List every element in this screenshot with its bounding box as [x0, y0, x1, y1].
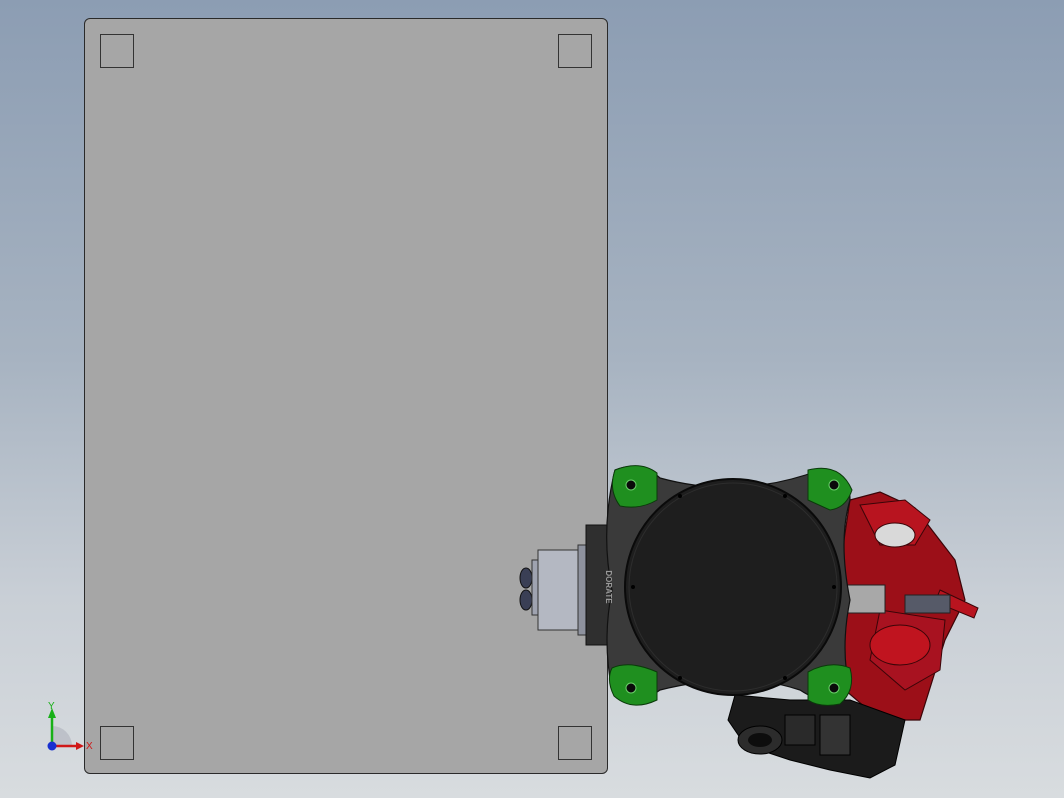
corner-pad-bottom-left [608, 664, 658, 706]
corner-pad-bottom-right [807, 664, 853, 706]
x-axis-label: X [86, 741, 93, 752]
z-axis-dot [47, 741, 57, 751]
robot-assembly[interactable]: DORATE [0, 0, 1064, 798]
graphics-viewport[interactable]: DORATE Y X [0, 0, 1064, 798]
y-axis-label: Y [48, 701, 55, 712]
corner-pad-top-left [611, 465, 658, 508]
coordinate-triad[interactable]: Y X [40, 700, 100, 760]
robot-arm-red[interactable] [834, 491, 979, 721]
side-motor[interactable] [519, 544, 589, 636]
brand-label: DORATE [604, 570, 613, 604]
